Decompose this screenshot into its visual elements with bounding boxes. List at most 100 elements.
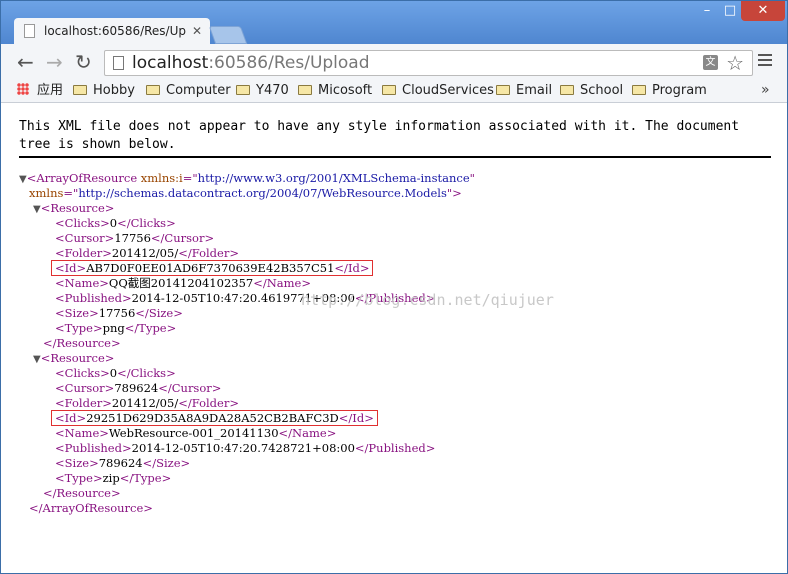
bookmark-label: 应用 xyxy=(37,83,64,98)
url-host: localhost xyxy=(132,53,209,73)
xml-field-value: 201412/05/ xyxy=(111,396,179,410)
bookmark-apps[interactable]: 应用 xyxy=(17,80,63,101)
folder-icon xyxy=(298,85,312,95)
xml-tag-name: Cursor xyxy=(171,381,212,395)
xml-tag-name: Type xyxy=(133,471,162,485)
xml-tag-name: Size xyxy=(64,306,90,320)
url-path: :60586/Res/Upload xyxy=(208,53,370,73)
xml-resource-open: ▼<Resource> xyxy=(33,201,115,215)
apps-grid-icon xyxy=(17,83,29,95)
xml-resource-open: ▼<Resource> xyxy=(33,351,115,365)
xml-tag-name: Size xyxy=(156,456,181,470)
menu-icon[interactable] xyxy=(758,54,772,69)
xml-field-size: <Size>17756</Size> xyxy=(55,306,183,320)
bookmark-micosoft[interactable]: Micosoft xyxy=(298,80,372,101)
back-arrow-icon[interactable]: ← xyxy=(17,52,34,72)
collapse-triangle-icon[interactable]: ▼ xyxy=(19,174,27,185)
xml-tag-name: Cursor xyxy=(64,381,105,395)
folder-icon xyxy=(146,85,160,95)
bookmark-label: Hobby xyxy=(93,83,135,98)
highlight-box xyxy=(51,410,378,426)
new-tab-button[interactable] xyxy=(208,26,248,44)
bookmark-cloudservices[interactable]: CloudServices xyxy=(382,80,494,101)
xml-field-value: 17756 xyxy=(98,306,136,320)
bookmark-label: Y470 xyxy=(256,83,289,98)
xml-tag-name: Name xyxy=(292,426,327,440)
xml-resource-close: </Resource> xyxy=(43,336,121,350)
folder-icon xyxy=(236,85,250,95)
bookmark-hobby[interactable]: Hobby xyxy=(73,80,135,101)
xml-style-notice: This XML file does not appear to have an… xyxy=(19,119,740,152)
tab-title: localhost:60586/Res/Up xyxy=(44,24,187,38)
xml-field-name: <Name>QQ截图20141204102357</Name> xyxy=(55,276,312,290)
xml-tag-name: Size xyxy=(64,456,90,470)
bookmark-y470[interactable]: Y470 xyxy=(236,80,289,101)
xml-tag-name: ArrayOfResource xyxy=(42,501,144,515)
xml-tag-name: Folder xyxy=(64,246,103,260)
xml-field-folder: <Folder>201412/05/</Folder> xyxy=(55,396,239,410)
xml-tag-name: Resource xyxy=(56,336,111,350)
xml-field-value: QQ截图20141204102357 xyxy=(108,276,254,290)
title-bar: localhost:60586/Res/Up ✕ – □ ✕ xyxy=(1,1,787,44)
xml-field-value: 2014-12-05T10:47:20.7428721+08:00 xyxy=(131,441,355,455)
xml-tag-name: Clicks xyxy=(130,366,167,380)
folder-icon xyxy=(496,85,510,95)
maximize-button[interactable]: □ xyxy=(719,1,741,21)
xml-tag-name: Published xyxy=(64,441,122,455)
bookmark-label: CloudServices xyxy=(402,83,494,98)
xml-tag-name: Folder xyxy=(191,246,230,260)
reload-icon[interactable]: ↻ xyxy=(75,52,92,72)
xml-field-cursor: <Cursor>789624</Cursor> xyxy=(55,381,222,395)
xml-tag-name: Published xyxy=(64,291,122,305)
folder-icon xyxy=(560,85,574,95)
folder-icon xyxy=(73,85,87,95)
star-icon[interactable]: ☆ xyxy=(726,51,744,75)
xml-tag-name: Name xyxy=(64,426,100,440)
bookmark-label: Program xyxy=(652,83,707,98)
xml-tag-name: Cursor xyxy=(64,231,105,245)
xml-tag-name: Folder xyxy=(191,396,230,410)
xml-resource-close: </Resource> xyxy=(43,486,121,500)
close-tab-icon[interactable]: ✕ xyxy=(192,18,202,44)
xml-field-value: 17756 xyxy=(114,231,151,245)
url-text[interactable]: localhost:60586/Res/Upload xyxy=(132,51,370,75)
minimize-button[interactable]: – xyxy=(695,1,719,21)
xml-field-value: 0 xyxy=(109,216,118,230)
xml-attr-value: http://schemas.datacontract.org/2004/07/… xyxy=(78,186,447,200)
page-icon xyxy=(113,56,124,70)
xml-root-open: ▼<ArrayOfResource xmlns:i="http://www.w3… xyxy=(19,171,475,185)
xml-tag-name: Cursor xyxy=(164,231,205,245)
address-bar[interactable]: localhost:60586/Res/Upload 文 ☆ xyxy=(104,50,753,76)
xml-field-value: WebResource-001_20141130 xyxy=(108,426,279,440)
close-window-button[interactable]: ✕ xyxy=(741,1,785,21)
bookmark-computer[interactable]: Computer xyxy=(146,80,231,101)
xml-tag-name: ArrayOfResource xyxy=(36,171,138,185)
xml-root-close: </ArrayOfResource> xyxy=(29,501,153,515)
translate-icon[interactable]: 文 xyxy=(703,55,718,70)
xml-attr-name: xmlns:i xyxy=(140,171,183,185)
xml-field-value: png xyxy=(102,321,125,335)
more-bookmarks-icon[interactable]: » xyxy=(761,80,770,101)
bookmark-label: Email xyxy=(516,83,553,98)
page-content: This XML file does not appear to have an… xyxy=(1,103,787,573)
folder-icon xyxy=(382,85,396,95)
xml-field-size: <Size>789624</Size> xyxy=(55,456,191,470)
forward-arrow-icon[interactable]: → xyxy=(46,52,63,72)
xml-tag-name: Folder xyxy=(64,396,103,410)
xml-field-value: 789624 xyxy=(114,381,159,395)
xml-attr-value: http://www.w3.org/2001/XMLSchema-instanc… xyxy=(197,171,470,185)
bookmark-label: Micosoft xyxy=(318,83,373,98)
xml-tag-name: Clicks xyxy=(64,366,101,380)
bookmark-email[interactable]: Email xyxy=(496,80,552,101)
page-icon xyxy=(24,24,35,38)
highlight-box xyxy=(51,260,373,276)
collapse-triangle-icon[interactable]: ▼ xyxy=(33,354,41,365)
xml-field-type: <Type>png</Type> xyxy=(55,321,177,335)
bookmark-school[interactable]: School xyxy=(560,80,623,101)
xml-field-value: 789624 xyxy=(98,456,143,470)
divider xyxy=(19,156,771,158)
collapse-triangle-icon[interactable]: ▼ xyxy=(33,204,41,215)
bookmark-program[interactable]: Program xyxy=(632,80,707,101)
bookmark-label: School xyxy=(580,83,624,98)
browser-tab[interactable]: localhost:60586/Res/Up ✕ xyxy=(14,18,210,44)
